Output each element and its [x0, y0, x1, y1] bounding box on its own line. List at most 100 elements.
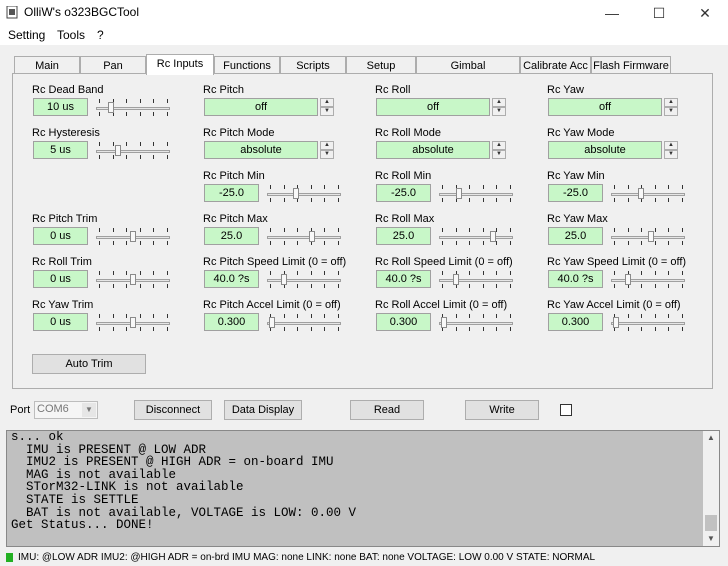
write-checkbox[interactable]	[560, 404, 572, 416]
rc-yaw-accel-limit-label: Rc Yaw Accel Limit (0 = off)	[547, 299, 681, 311]
rc-pitch-min-value: -25.0	[204, 184, 259, 202]
rc-pitch-accel-limit-slider[interactable]	[267, 313, 341, 331]
rc-yaw-accel-limit-slider[interactable]	[611, 313, 685, 331]
slider-tick	[167, 112, 168, 116]
slider-tick	[99, 142, 100, 146]
rc-pitch-mode-select[interactable]: absolute	[204, 141, 318, 159]
tab-gimbal-configuration[interactable]: Gimbal Configuration	[416, 56, 520, 90]
slider-tick	[496, 228, 498, 232]
minimize-button[interactable]: —	[589, 0, 635, 26]
read-button[interactable]: Read	[350, 400, 424, 420]
rc-yaw-max-value: 25.0	[548, 227, 603, 245]
tab-functions[interactable]: Functions	[214, 56, 280, 74]
slider-tick	[112, 271, 114, 275]
console-scrollbar[interactable]: ▲ ▼	[703, 431, 719, 546]
slider-tick	[442, 198, 443, 202]
rc-pitch-max-slider[interactable]	[267, 227, 341, 245]
slider-thumb[interactable]	[452, 274, 459, 285]
slider-thumb[interactable]	[648, 231, 655, 242]
rc-pitch-min-slider[interactable]	[267, 184, 341, 202]
rc-roll-min-slider[interactable]	[439, 184, 513, 202]
rc-hysteresis-slider[interactable]	[96, 141, 170, 159]
rc-pitch-spinner[interactable]: ▲ ▼	[320, 98, 334, 116]
slider-tick	[324, 271, 326, 275]
slider-tick	[126, 314, 128, 318]
slider-tick	[614, 284, 615, 288]
status-led-icon	[6, 553, 13, 562]
scroll-up-icon[interactable]: ▲	[703, 431, 719, 445]
rc-yaw-select[interactable]: off	[548, 98, 662, 116]
slider-thumb[interactable]	[309, 231, 316, 242]
slider-thumb[interactable]	[130, 274, 136, 285]
rc-yaw-max-slider[interactable]	[611, 227, 685, 245]
close-button[interactable]: ✕	[682, 0, 728, 26]
tab-rc-inputs[interactable]: Rc Inputs	[146, 54, 214, 75]
rc-yaw-min-label: Rc Yaw Min	[547, 170, 605, 182]
tab-calibrate-acc[interactable]: Calibrate Acc	[520, 56, 591, 74]
rc-roll-max-slider[interactable]	[439, 227, 513, 245]
rc-roll-mode-select[interactable]: absolute	[376, 141, 490, 159]
write-button[interactable]: Write	[465, 400, 539, 420]
tab-pan[interactable]: Pan	[80, 56, 146, 74]
slider-thumb[interactable]	[130, 231, 136, 242]
scroll-thumb[interactable]	[705, 515, 717, 531]
slider-thumb[interactable]	[292, 188, 299, 199]
rc-yaw-speed-limit-slider[interactable]	[611, 270, 685, 288]
tab-flash-firmware[interactable]: Flash Firmware	[591, 56, 671, 74]
slider-tick	[126, 155, 128, 159]
slider-thumb[interactable]	[115, 145, 122, 156]
rc-yaw-trim-slider[interactable]	[96, 313, 170, 331]
slider-thumb[interactable]	[624, 274, 631, 285]
rc-roll-speed-limit-slider[interactable]	[439, 270, 513, 288]
rc-yaw-trim-value: 0 us	[33, 313, 88, 331]
slider-tick	[310, 314, 312, 318]
rc-yaw-mode-spinner[interactable]: ▲ ▼	[664, 141, 678, 159]
slider-thumb[interactable]	[130, 317, 136, 328]
menu-tools[interactable]: Tools	[57, 28, 85, 42]
rc-roll-spinner[interactable]: ▲ ▼	[492, 98, 506, 116]
auto-trim-button[interactable]: Auto Trim	[32, 354, 146, 374]
slider-tick	[297, 314, 299, 318]
rc-yaw-spinner[interactable]: ▲ ▼	[664, 98, 678, 116]
scroll-down-icon[interactable]: ▼	[703, 532, 719, 546]
slider-thumb[interactable]	[490, 231, 496, 242]
slider-thumb[interactable]	[108, 102, 115, 113]
menu-help[interactable]: ?	[97, 28, 104, 42]
rc-pitch-select[interactable]: off	[204, 98, 318, 116]
rc-yaw-min-slider[interactable]	[611, 184, 685, 202]
tab-main[interactable]: Main	[14, 56, 80, 74]
maximize-button[interactable]: ☐	[636, 0, 682, 26]
menu-setting[interactable]: Setting	[8, 28, 45, 42]
slider-tick	[270, 271, 271, 275]
tab-setup[interactable]: Setup	[346, 56, 416, 74]
slider-thumb[interactable]	[456, 188, 462, 199]
slider-tick	[283, 327, 285, 331]
slider-thumb[interactable]	[269, 317, 276, 328]
port-select[interactable]: COM6 ▼	[34, 401, 98, 419]
console-output[interactable]: s... ok IMU is PRESENT @ LOW ADR IMU2 is…	[6, 430, 720, 547]
slider-thumb[interactable]	[613, 317, 620, 328]
slider-tick	[297, 241, 299, 245]
rc-pitch-trim-slider[interactable]	[96, 227, 170, 245]
slider-tick	[641, 327, 643, 331]
rc-roll-mode-spinner[interactable]: ▲ ▼	[492, 141, 506, 159]
slider-tick	[99, 99, 100, 103]
rc-pitch-mode-spinner[interactable]: ▲ ▼	[320, 141, 334, 159]
tab-scripts[interactable]: Scripts	[280, 56, 346, 74]
slider-thumb[interactable]	[280, 274, 287, 285]
rc-yaw-mode-select[interactable]: absolute	[548, 141, 662, 159]
rc-dead-band-slider[interactable]	[96, 98, 170, 116]
slider-tick	[167, 284, 168, 288]
rc-roll-select[interactable]: off	[376, 98, 490, 116]
slider-tick	[641, 314, 643, 318]
rc-roll-trim-slider[interactable]	[96, 270, 170, 288]
data-display-button[interactable]: Data Display	[224, 400, 302, 420]
disconnect-button[interactable]: Disconnect	[134, 400, 212, 420]
rc-pitch-speed-limit-slider[interactable]	[267, 270, 341, 288]
slider-tick	[627, 185, 629, 189]
slider-track	[267, 236, 341, 239]
slider-tick	[324, 327, 326, 331]
slider-thumb[interactable]	[638, 188, 645, 199]
rc-roll-accel-limit-slider[interactable]	[439, 313, 513, 331]
slider-thumb[interactable]	[441, 317, 448, 328]
